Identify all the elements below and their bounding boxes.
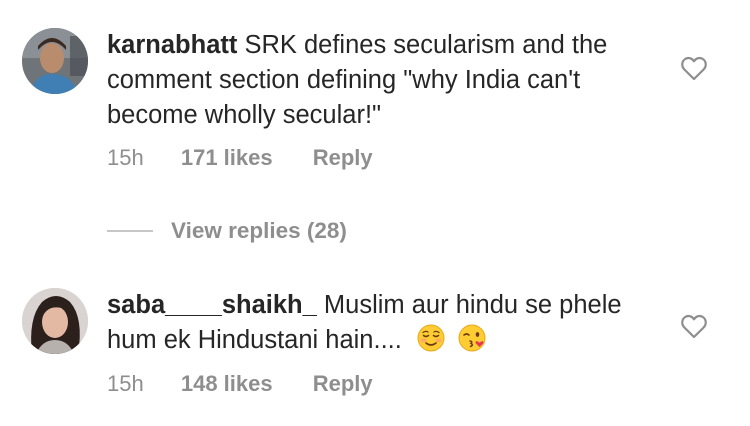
comment-time: 15h — [107, 371, 144, 396]
likes-count[interactable]: 148 likes — [181, 371, 273, 397]
avatar[interactable] — [22, 288, 88, 354]
comment-text-block: saba____shaikh_ Muslim aur hindu se phel… — [107, 288, 652, 358]
reply-button[interactable]: Reply — [313, 371, 373, 397]
avatar[interactable] — [22, 28, 88, 94]
view-replies-label: View replies (28) — [171, 218, 347, 243]
view-replies-button[interactable]: View replies (28) — [107, 216, 347, 246]
relieved-face-emoji-icon — [417, 324, 445, 352]
comment-username[interactable]: karnabhatt — [107, 31, 237, 59]
view-replies-divider — [107, 230, 153, 232]
reply-button[interactable]: Reply — [313, 145, 373, 171]
heart-icon[interactable] — [680, 55, 708, 81]
comment-time: 15h — [107, 145, 144, 170]
comment-username[interactable]: saba____shaikh_ — [107, 291, 317, 319]
user-avatar-icon — [22, 288, 88, 354]
comment-text-block: karnabhatt SRK defines secularism and th… — [107, 28, 652, 133]
likes-count[interactable]: 171 likes — [181, 145, 273, 171]
heart-icon[interactable] — [680, 313, 708, 339]
face-blowing-kiss-emoji-icon — [458, 324, 486, 352]
comment-meta: 15h 148 likes Reply — [107, 371, 373, 397]
comment-meta: 15h 171 likes Reply — [107, 145, 373, 171]
user-avatar-icon — [22, 28, 88, 94]
